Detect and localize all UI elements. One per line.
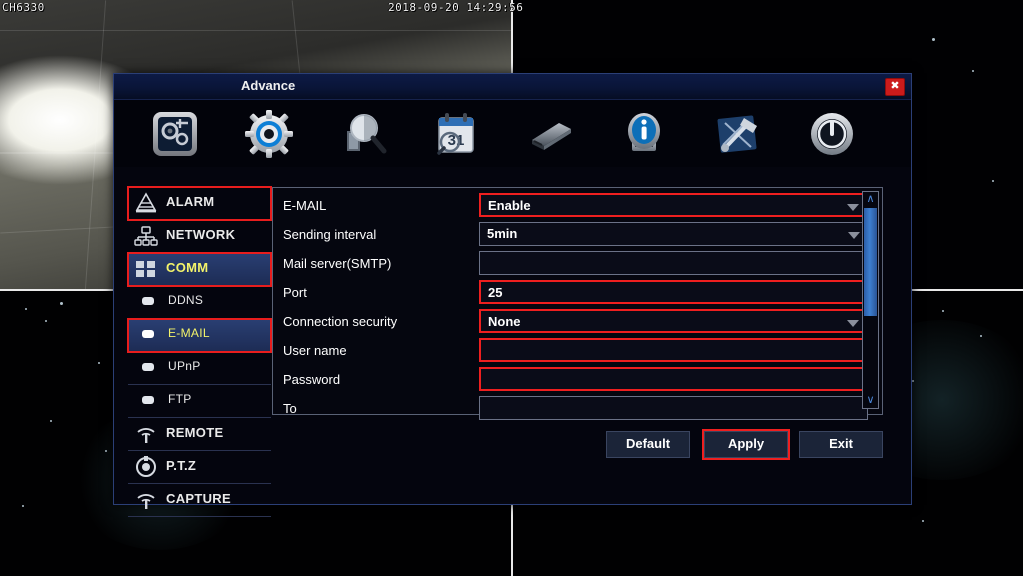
password-input[interactable] xyxy=(479,367,868,391)
user-name-input[interactable] xyxy=(479,338,868,362)
sidebar-item-label: REMOTE xyxy=(166,425,224,440)
field-value: Enable xyxy=(488,198,531,213)
bullet-icon xyxy=(142,363,154,371)
sending-interval-select[interactable]: 5min xyxy=(479,222,868,246)
sidebar-item-label: P.T.Z xyxy=(166,458,197,473)
dialog-titlebar[interactable]: Advance ✖ xyxy=(114,74,911,100)
antenna-icon xyxy=(137,494,155,509)
power-shutdown-icon xyxy=(811,113,853,155)
timestamp-overlay: 2018-09-20 14:29:56 xyxy=(388,1,524,14)
toolbar-item-backup[interactable]: 31 xyxy=(427,106,485,162)
field-label: Mail server(SMTP) xyxy=(283,256,392,271)
default-button[interactable]: Default xyxy=(606,431,690,458)
alarm-siren-icon xyxy=(135,192,157,213)
apply-button[interactable]: Apply xyxy=(702,429,790,460)
dialog-body: ALARM NETWORK COMM DDNS E-MAIL UPnP FTP … xyxy=(114,167,911,517)
field-value: None xyxy=(488,314,521,329)
search-playback-icon xyxy=(347,114,387,154)
field-label: Connection security xyxy=(283,314,398,329)
field-label: To xyxy=(283,401,297,416)
toolbar-item-shutdown[interactable] xyxy=(803,106,861,162)
comm-grid-icon xyxy=(136,261,155,277)
calendar-backup-icon: 31 xyxy=(437,113,474,155)
toolbar-item-system[interactable] xyxy=(146,106,204,162)
advance-dialog: Advance ✖ 31 ALARM NETWORK COMM DDNS E-M… xyxy=(113,73,912,517)
dome-camera-icon xyxy=(136,456,156,477)
form-scrollbar[interactable]: ∧ ∨ xyxy=(862,191,879,409)
form-row-connection-security: Connection security None xyxy=(273,308,868,337)
chevron-down-icon xyxy=(848,232,860,239)
sidebar-item-label: COMM xyxy=(166,260,209,275)
antenna-icon xyxy=(137,428,155,443)
chevron-down-icon xyxy=(847,204,859,211)
email-enable-select[interactable]: Enable xyxy=(479,193,868,217)
sidebar-item-ftp[interactable]: FTP xyxy=(128,385,271,418)
toolbar-item-disk[interactable] xyxy=(521,106,579,162)
sidebar-item-label: E-MAIL xyxy=(168,326,210,340)
form-row-sending-interval: Sending interval 5min xyxy=(273,221,868,250)
sidebar-item-remote[interactable]: REMOTE xyxy=(128,418,271,451)
sidebar-item-comm[interactable]: COMM xyxy=(127,252,272,287)
sidebar-item-label: NETWORK xyxy=(166,227,236,242)
field-label: Port xyxy=(283,285,307,300)
form-row-user-name: User name xyxy=(273,337,868,366)
sidebar-item-label: CAPTURE xyxy=(166,491,231,506)
sidebar-item-ptz[interactable]: P.T.Z xyxy=(128,451,271,484)
sidebar-item-email[interactable]: E-MAIL xyxy=(127,318,272,353)
bullet-icon xyxy=(142,297,154,305)
scroll-down-icon[interactable]: ∨ xyxy=(863,393,878,408)
bullet-icon xyxy=(142,330,154,338)
field-label: User name xyxy=(283,343,347,358)
info-icon xyxy=(628,113,660,151)
scrollbar-thumb[interactable] xyxy=(864,208,877,316)
exit-button[interactable]: Exit xyxy=(799,431,883,458)
mail-server-input[interactable] xyxy=(479,251,868,275)
field-label: Password xyxy=(283,372,341,387)
sidebar-item-label: UPnP xyxy=(168,359,201,373)
connection-security-select[interactable]: None xyxy=(479,309,868,333)
dvr-screen: CH6330 2018-09-20 14:29:56 Advance ✖ 31 … xyxy=(0,0,1023,576)
toolbar-item-advance[interactable] xyxy=(240,106,298,162)
form-row-to: To xyxy=(273,395,868,424)
hard-disk-icon xyxy=(532,123,571,150)
sidebar-item-network[interactable]: NETWORK xyxy=(128,220,271,253)
sidebar-item-label: FTP xyxy=(168,392,192,406)
sidebar-item-alarm[interactable]: ALARM xyxy=(127,186,272,221)
form-row-password: Password xyxy=(273,366,868,395)
sidebar-item-capture[interactable]: CAPTURE xyxy=(128,484,271,517)
tools-hammer-icon xyxy=(717,115,757,153)
sidebar-item-upnp[interactable]: UPnP xyxy=(128,352,271,385)
dialog-title: Advance xyxy=(241,78,296,93)
network-node-icon xyxy=(134,226,158,246)
sidebar: ALARM NETWORK COMM DDNS E-MAIL UPnP FTP … xyxy=(127,186,272,517)
sidebar-item-label: ALARM xyxy=(166,194,215,209)
sidebar-item-ddns[interactable]: DDNS xyxy=(128,286,271,319)
form-row-port: Port 25 xyxy=(273,279,868,308)
toolbar-item-tools[interactable] xyxy=(709,106,767,162)
field-value: 25 xyxy=(488,285,503,300)
field-label: E-MAIL xyxy=(283,198,327,213)
advance-gear-icon xyxy=(245,110,293,158)
field-value: 5min xyxy=(487,226,518,241)
close-icon[interactable]: ✖ xyxy=(885,78,905,96)
scroll-up-icon[interactable]: ∧ xyxy=(863,192,878,207)
to-input[interactable] xyxy=(479,396,868,420)
toolbar-item-search[interactable] xyxy=(334,106,392,162)
chevron-down-icon xyxy=(847,320,859,327)
form-row-email: E-MAIL Enable xyxy=(273,192,868,221)
system-settings-icon xyxy=(153,112,197,156)
field-label: Sending interval xyxy=(283,227,377,242)
email-settings-panel: E-MAIL Enable Sending interval 5min Mail… xyxy=(272,187,883,420)
form-row-mail-server: Mail server(SMTP) xyxy=(273,250,868,279)
bullet-icon xyxy=(142,396,154,404)
toolbar-item-info[interactable] xyxy=(615,106,673,162)
sidebar-item-label: DDNS xyxy=(168,293,204,307)
dialog-toolbar: 31 xyxy=(114,100,911,167)
channel-label: CH6330 xyxy=(2,1,45,14)
port-input[interactable]: 25 xyxy=(479,280,868,304)
